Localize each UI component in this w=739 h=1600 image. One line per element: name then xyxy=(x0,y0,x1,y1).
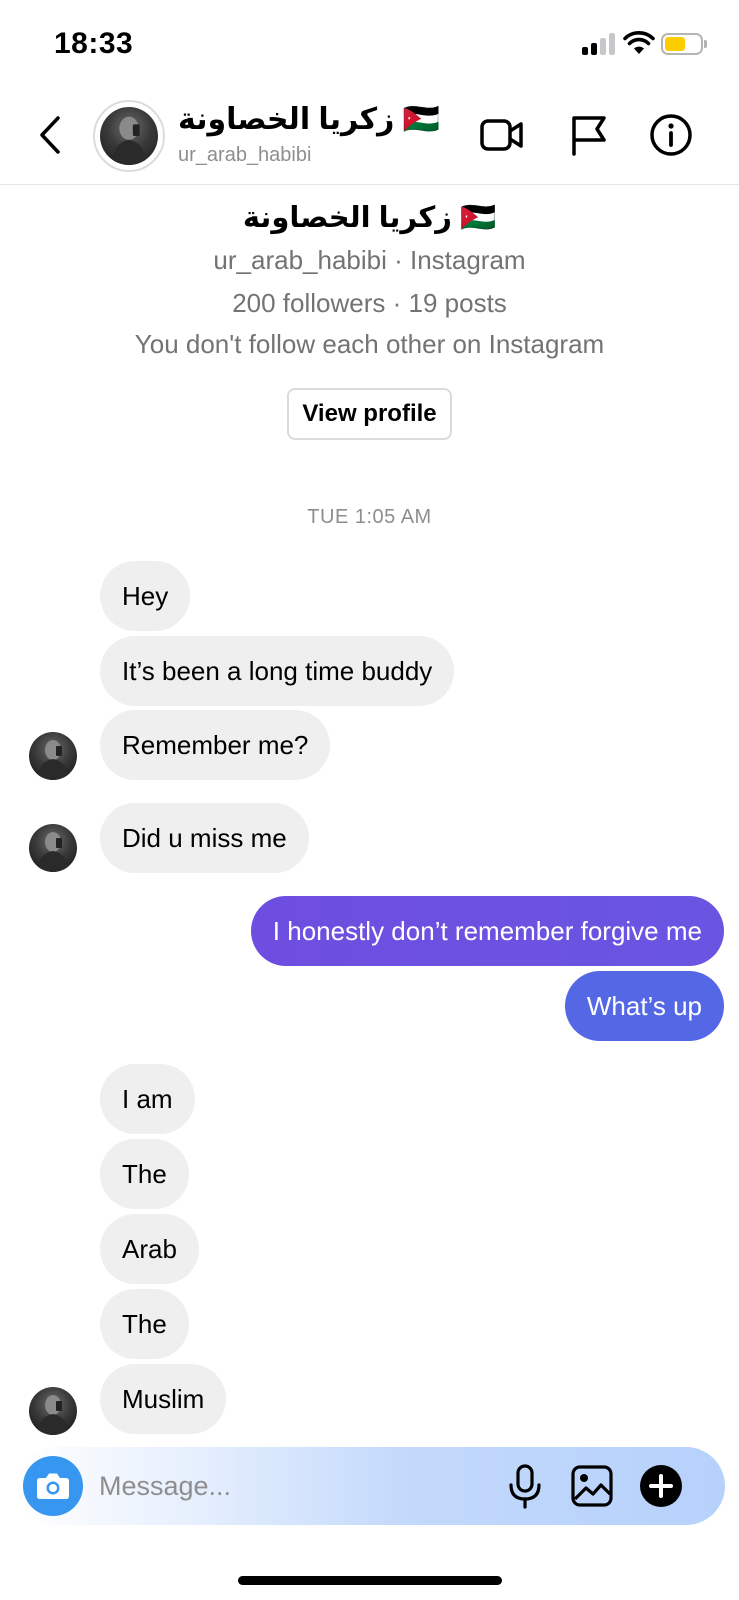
cellular-signal-icon xyxy=(582,33,618,55)
message-bubble-incoming[interactable]: Remember me? xyxy=(100,710,331,780)
message-bubble-incoming[interactable]: Hey xyxy=(100,561,191,631)
chat-header: زكريا الخصاونة 🇯🇴 ur_arab_habibi xyxy=(0,90,739,185)
camera-icon xyxy=(37,1473,69,1499)
camera-button[interactable] xyxy=(23,1456,83,1516)
sender-avatar[interactable] xyxy=(29,1387,77,1435)
message-composer xyxy=(17,1447,725,1525)
message-bubble-outgoing[interactable]: What’s up xyxy=(564,971,724,1041)
message-bubble-incoming[interactable]: I am xyxy=(100,1064,195,1134)
message-bubble-outgoing[interactable]: I honestly don’t remember forgive me xyxy=(250,896,724,966)
profile-name: زكريا الخصاونة 🇯🇴 xyxy=(242,202,497,234)
sender-avatar[interactable] xyxy=(29,732,77,780)
sender-avatar[interactable] xyxy=(29,824,77,872)
video-call-icon[interactable] xyxy=(479,112,525,158)
message-bubble-incoming[interactable]: It’s been a long time buddy xyxy=(100,636,455,706)
contact-name[interactable]: زكريا الخصاونة 🇯🇴 xyxy=(178,102,440,137)
gallery-icon[interactable] xyxy=(567,1461,617,1511)
microphone-icon[interactable] xyxy=(500,1461,550,1511)
home-indicator[interactable] xyxy=(238,1576,502,1585)
profile-photo xyxy=(111,116,147,165)
wifi-icon xyxy=(623,31,655,54)
contact-username[interactable]: ur_arab_habibi xyxy=(178,144,311,167)
view-profile-button[interactable]: View profile xyxy=(287,388,452,440)
status-bar: 18:33 xyxy=(0,0,739,90)
info-icon[interactable] xyxy=(648,112,694,158)
battery-icon xyxy=(661,33,707,55)
message-bubble-incoming[interactable]: Arab xyxy=(100,1214,199,1284)
message-bubble-incoming[interactable]: Muslim xyxy=(100,1364,227,1434)
profile-card: زكريا الخصاونة 🇯🇴 ur_arab_habibi · Insta… xyxy=(0,195,739,440)
profile-subtitle: ur_arab_habibi · Instagram xyxy=(213,245,526,275)
profile-relation: You don't follow each other on Instagram xyxy=(134,329,605,359)
message-bubble-incoming[interactable]: The xyxy=(100,1289,189,1359)
chat-timestamp: TUE 1:05 AM xyxy=(307,506,432,528)
message-bubble-incoming[interactable]: Did u miss me xyxy=(100,803,309,873)
message-bubble-incoming[interactable]: The xyxy=(100,1139,189,1209)
profile-stats: 200 followers · 19 posts xyxy=(232,288,507,318)
flag-icon[interactable] xyxy=(566,112,612,158)
add-icon[interactable] xyxy=(636,1461,686,1511)
back-chevron-icon[interactable] xyxy=(30,110,70,160)
status-time: 18:33 xyxy=(54,27,134,60)
message-input[interactable] xyxy=(99,1447,479,1525)
avatar[interactable] xyxy=(93,100,165,172)
